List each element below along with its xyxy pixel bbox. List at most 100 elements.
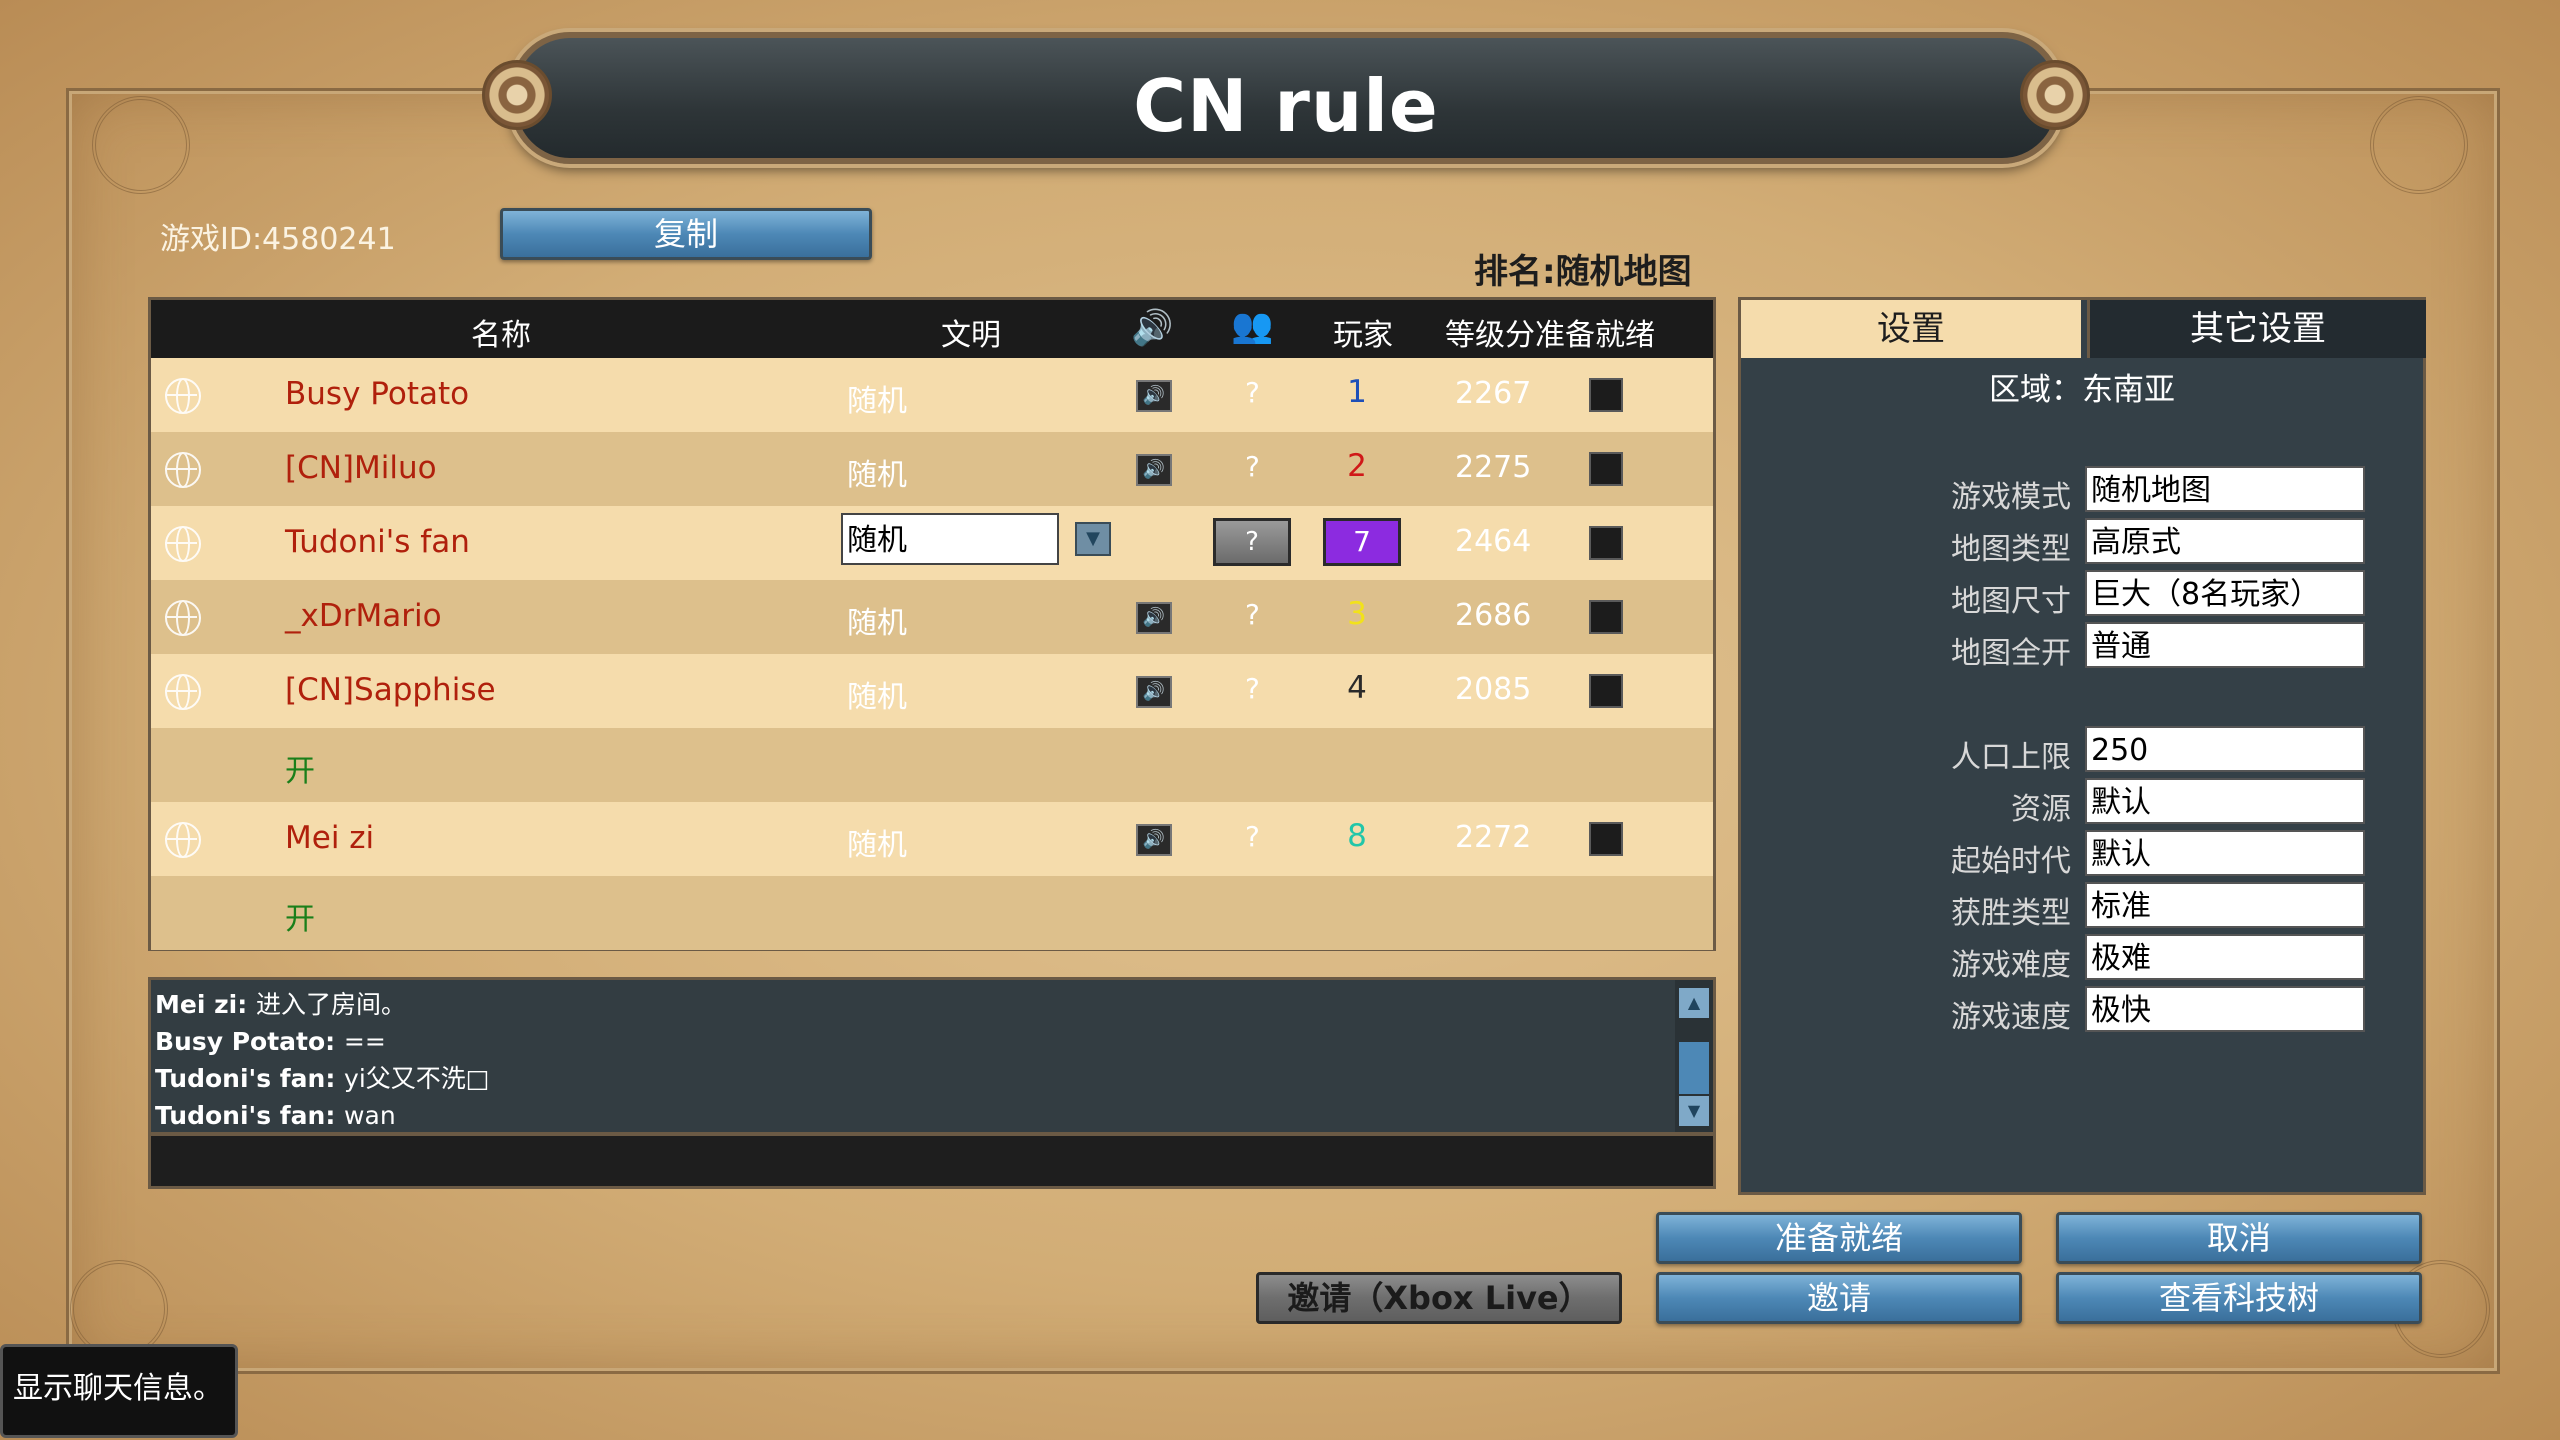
player-row[interactable]: Mei zi 随机 🔊 ? 8 2272 xyxy=(151,802,1713,876)
chat-log: Mei zi: 进入了房间。 Busy Potato: == Tudoni's fa… xyxy=(148,977,1716,1135)
chat-text: wan xyxy=(344,1101,396,1130)
setting-value-field[interactable]: 普通 xyxy=(2085,622,2365,668)
setting-row: 资源 默认 xyxy=(1741,776,2423,827)
globe-icon xyxy=(165,600,201,636)
player-name[interactable]: _xDrMario xyxy=(285,598,442,634)
setting-row: 游戏难度 极难 xyxy=(1741,932,2423,983)
player-row[interactable]: _xDrMario 随机 🔊 ? 3 2686 xyxy=(151,580,1713,654)
mute-speaker-icon[interactable]: 🔊 xyxy=(1136,602,1172,634)
header-rating-ready: 等级分准备就绪 xyxy=(1445,318,1655,353)
setting-value-field[interactable]: 默认 xyxy=(2085,778,2365,824)
chat-tooltip: 显示聊天信息。 xyxy=(0,1344,238,1438)
team-select-button[interactable]: ? xyxy=(1213,518,1291,566)
setting-value-field[interactable]: 高原式 xyxy=(2085,518,2365,564)
chat-sender: Mei zi: xyxy=(155,990,248,1019)
tab-other-settings[interactable]: 其它设置 xyxy=(2087,300,2426,358)
ready-checkbox[interactable] xyxy=(1589,822,1623,856)
invite-button[interactable]: 邀请 xyxy=(1656,1272,2022,1324)
setting-value-field[interactable]: 250 xyxy=(2085,726,2365,772)
mute-speaker-icon[interactable]: 🔊 xyxy=(1136,824,1172,856)
player-name[interactable]: Busy Potato xyxy=(285,376,469,412)
player-name[interactable]: [CN]Sapphise xyxy=(285,672,496,708)
settings-panel: 设置 其它设置 区域：东南亚 游戏模式 随机地图地图类型 高原式 地图尺寸 巨大（… xyxy=(1738,297,2426,1195)
team-icon: 👥 xyxy=(1231,306,1274,346)
ready-checkbox[interactable] xyxy=(1589,600,1623,634)
setting-value-field[interactable]: 极快 xyxy=(2085,986,2365,1032)
setting-label: 地图类型 xyxy=(1951,532,2071,567)
ready-checkbox[interactable] xyxy=(1589,526,1623,560)
mute-speaker-icon[interactable]: 🔊 xyxy=(1136,676,1172,708)
setting-row: 游戏速度 极快 xyxy=(1741,984,2423,1035)
player-row[interactable]: Busy Potato 随机 🔊 ? 1 2267 xyxy=(151,358,1713,432)
setting-label: 获胜类型 xyxy=(1951,896,2071,931)
header-civ: 文明 xyxy=(941,318,1001,353)
setting-row: 游戏模式 随机地图 xyxy=(1741,464,2423,515)
player-rating: 2464 xyxy=(1455,524,1532,559)
player-number: 1 xyxy=(1347,374,1367,410)
civ-label: 随机 xyxy=(847,384,907,419)
setting-value-field[interactable]: 随机地图 xyxy=(2085,466,2365,512)
player-table: 名称 文明 🔊 👥 玩家 等级分准备就绪 Busy Potato 随机 🔊 ? 1… xyxy=(148,297,1716,951)
setting-value-field[interactable]: 极难 xyxy=(2085,934,2365,980)
region-label: 区域：东南亚 xyxy=(1989,372,2175,408)
globe-icon xyxy=(165,378,201,414)
tech-tree-button[interactable]: 查看科技树 xyxy=(2056,1272,2422,1324)
scroll-thumb[interactable] xyxy=(1679,1042,1709,1094)
ready-checkbox[interactable] xyxy=(1589,674,1623,708)
setting-row: 地图全开 普通 xyxy=(1741,620,2423,671)
scroll-up-icon[interactable]: ▲ xyxy=(1679,988,1709,1018)
player-rating: 2267 xyxy=(1455,376,1532,411)
open-slot-label[interactable]: 开 xyxy=(285,894,315,938)
cancel-button[interactable]: 取消 xyxy=(2056,1212,2422,1264)
chat-text: 进入了房间。 xyxy=(255,990,406,1019)
open-slot-label[interactable]: 开 xyxy=(285,746,315,790)
globe-icon xyxy=(165,526,201,562)
team-label: ? xyxy=(1245,598,1260,631)
game-id-label: 游戏ID:4580241 xyxy=(160,222,396,257)
player-name[interactable]: [CN]Miluo xyxy=(285,450,437,486)
ready-checkbox[interactable] xyxy=(1589,452,1623,486)
chat-sender: Tudoni's fan: xyxy=(155,1064,336,1093)
mute-speaker-icon[interactable]: 🔊 xyxy=(1136,380,1172,412)
open-slot-row[interactable]: 开 xyxy=(151,728,1713,802)
chat-scrollbar[interactable]: ▲ ▼ xyxy=(1675,980,1713,1132)
setting-value-field[interactable]: 标准 xyxy=(2085,882,2365,928)
header-name: 名称 xyxy=(471,318,531,353)
chat-sender: Busy Potato: xyxy=(155,1027,336,1056)
setting-label: 地图全开 xyxy=(1951,636,2071,671)
ready-button[interactable]: 准备就绪 xyxy=(1656,1212,2022,1264)
player-table-header: 名称 文明 🔊 👥 玩家 等级分准备就绪 xyxy=(151,300,1713,358)
chat-sender: Tudoni's fan: xyxy=(155,1101,336,1130)
team-label: ? xyxy=(1245,820,1260,853)
open-slot-row[interactable]: 开 xyxy=(151,876,1713,950)
civ-dropdown[interactable]: 随机 xyxy=(841,513,1059,565)
invite-xbox-live-button[interactable]: 邀请（Xbox Live） xyxy=(1256,1272,1622,1324)
player-row[interactable]: Tudoni's fan 随机 ▼ ? 7 2464 xyxy=(151,506,1713,580)
player-row[interactable]: [CN]Miluo 随机 🔊 ? 2 2275 xyxy=(151,432,1713,506)
mute-speaker-icon[interactable]: 🔊 xyxy=(1136,454,1172,486)
setting-value-field[interactable]: 默认 xyxy=(2085,830,2365,876)
copy-button[interactable]: 复制 xyxy=(500,208,872,260)
title-banner: CN rule xyxy=(482,32,2090,164)
setting-label: 地图尺寸 xyxy=(1951,584,2071,619)
player-name[interactable]: Tudoni's fan xyxy=(285,524,470,560)
player-name[interactable]: Mei zi xyxy=(285,820,374,856)
team-label: ? xyxy=(1245,672,1260,705)
player-number-button[interactable]: 7 xyxy=(1323,518,1401,566)
chevron-down-icon[interactable]: ▼ xyxy=(1075,522,1111,556)
player-row[interactable]: [CN]Sapphise 随机 🔊 ? 4 2085 xyxy=(151,654,1713,728)
chat-message: Tudoni's fan: yi父又不洗□ xyxy=(155,1060,1655,1097)
lobby-title: CN rule xyxy=(1133,64,1439,148)
scroll-down-icon[interactable]: ▼ xyxy=(1679,1096,1709,1126)
setting-value-field[interactable]: 巨大（8名玩家） xyxy=(2085,570,2365,616)
player-number: 3 xyxy=(1347,596,1367,632)
globe-icon xyxy=(165,822,201,858)
chat-input[interactable] xyxy=(148,1133,1716,1189)
tab-settings[interactable]: 设置 xyxy=(1741,300,2081,358)
civ-label: 随机 xyxy=(847,458,907,493)
ready-checkbox[interactable] xyxy=(1589,378,1623,412)
team-label: ? xyxy=(1245,376,1260,409)
setting-label: 游戏难度 xyxy=(1951,948,2071,983)
setting-label: 资源 xyxy=(2011,792,2071,827)
setting-label: 游戏速度 xyxy=(1951,1000,2071,1035)
